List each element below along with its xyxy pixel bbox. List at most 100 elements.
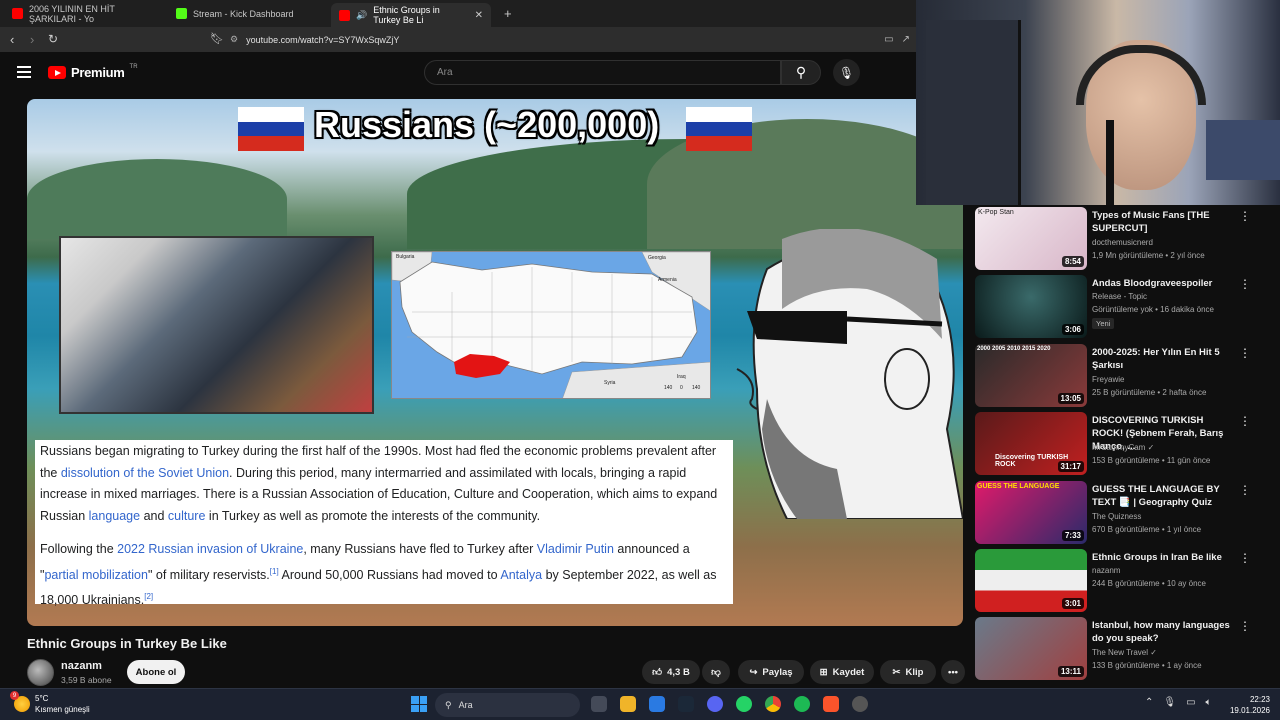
microphone-icon[interactable]: 🎙︎	[1163, 697, 1176, 708]
clip-button[interactable]: ✂ Klip	[880, 660, 936, 684]
russians-photo	[59, 236, 374, 414]
taskbar-search[interactable]: ⚲ Ara	[435, 693, 580, 717]
task-view-icon[interactable]	[591, 696, 607, 712]
video-title[interactable]: 2000-2025: Her Yılın En Hit 5 Şarkısı	[1092, 346, 1230, 372]
recommendation-5[interactable]: GUESS THE LANGUAGE 7:33 GUESS THE LANGUA…	[975, 481, 1275, 545]
video-thumbnail[interactable]: Discovering TURKISH ROCK 31:17	[975, 412, 1087, 475]
file-explorer-icon[interactable]	[620, 696, 636, 712]
more-options-icon[interactable]: ⋮	[1239, 414, 1251, 428]
clip-label: Klip	[905, 666, 924, 678]
channel-name[interactable]: MrSammyCam ✓	[1092, 443, 1154, 452]
video-title[interactable]: Andas Bloodgraveespoiler	[1092, 277, 1230, 290]
browser-tab-1[interactable]: 2006 YILININ EN HİT ŞARKILARI - Yo	[4, 4, 164, 24]
new-badge: Yeni	[1092, 318, 1115, 329]
video-thumbnail[interactable]: K-Pop Stan 8:54	[975, 207, 1087, 270]
channel-name[interactable]: The Quizness	[1092, 512, 1141, 521]
video-title[interactable]: GUESS THE LANGUAGE BY TEXT 📑 | Geography…	[1092, 483, 1230, 509]
steam-icon[interactable]	[678, 696, 694, 712]
logo-country: TR	[129, 63, 138, 70]
time: 22:23	[1249, 695, 1270, 704]
recommendation-2[interactable]: 3:06 Andas Bloodgraveespoiler Release - …	[975, 275, 1275, 339]
site-info-icon[interactable]: ⚙	[230, 34, 238, 45]
more-options-icon[interactable]: ⋮	[1239, 619, 1251, 633]
clock[interactable]: 22:23 19.01.2026	[1225, 694, 1270, 716]
like-count: 4,3 B	[667, 666, 690, 678]
video-thumbnail[interactable]: 3:06	[975, 275, 1087, 338]
subscribe-button[interactable]: Abone ol	[127, 660, 185, 684]
share-button[interactable]: ↪ Paylaş	[738, 660, 804, 684]
tab-title: Ethnic Groups in Turkey Be Li	[373, 5, 440, 25]
url-field[interactable]: ⚙ youtube.com/watch?v=SY7WxSqwZjY ▭ ↗	[230, 30, 910, 49]
recommendation-7[interactable]: 13:11 Istanbul, how many languages do yo…	[975, 617, 1275, 681]
video-thumbnail[interactable]: GUESS THE LANGUAGE 7:33	[975, 481, 1087, 544]
paragraph-2: Following the 2022 Russian invasion of U…	[40, 539, 728, 612]
recommendation-1[interactable]: K-Pop Stan 8:54 Types of Music Fans [THE…	[975, 207, 1275, 271]
recommendation-3[interactable]: 2000 2005 2010 2015 2020 13:05 2000-2025…	[975, 344, 1275, 408]
video-title[interactable]: Istanbul, how many languages do you spea…	[1092, 619, 1230, 645]
duration-badge: 13:11	[1057, 666, 1084, 677]
video-thumbnail[interactable]: 3:01	[975, 549, 1087, 612]
obs-icon[interactable]	[852, 696, 868, 712]
share-label: Paylaş	[762, 666, 793, 678]
tab-close-icon[interactable]: ✕	[475, 10, 483, 21]
search-input[interactable]: Ara	[424, 60, 781, 85]
video-title[interactable]: Ethnic Groups in Iran Be like	[1092, 551, 1230, 564]
channel-name[interactable]: docthemusicnerd	[1092, 238, 1153, 247]
channel-name[interactable]: Freyawie	[1092, 375, 1124, 384]
recommendations-panel: K-Pop Stan 8:54 Types of Music Fans [THE…	[966, 205, 1280, 688]
save-icon: ⊞	[819, 666, 828, 678]
more-options-icon[interactable]: ⋮	[1239, 346, 1251, 360]
video-thumbnail[interactable]: 13:11	[975, 617, 1087, 680]
chrome-icon[interactable]	[765, 696, 781, 712]
microphone-arm	[1106, 120, 1114, 205]
more-options-icon[interactable]: ⋮	[1239, 551, 1251, 565]
browser-tab-2[interactable]: Stream - Kick Dashboard	[168, 4, 328, 23]
back-icon[interactable]: ‹	[10, 32, 14, 47]
more-options-icon[interactable]: ⋮	[1239, 483, 1251, 497]
whatsapp-icon[interactable]	[736, 696, 752, 712]
bookmark-icon[interactable]: 🔖︎	[210, 32, 224, 45]
voice-search-button[interactable]: 🎙︎	[833, 59, 860, 86]
map-label-armenia: Armenia	[658, 277, 677, 283]
start-button[interactable]	[411, 696, 427, 712]
weather-text: 5°C Kısmen güneşli	[35, 693, 90, 715]
channel-name[interactable]: The New Travel ✓	[1092, 648, 1157, 657]
cast-icon[interactable]: ▭	[884, 34, 893, 45]
logo-text: Premium	[71, 65, 125, 80]
spotify-icon[interactable]	[794, 696, 810, 712]
new-tab-button[interactable]: +	[496, 4, 520, 23]
webcam-overlay	[916, 0, 1280, 205]
like-button[interactable]: 👍︎ 4,3 B	[642, 660, 700, 684]
channel-name[interactable]: nazanm	[61, 660, 102, 672]
channel-name[interactable]: nazanm	[1092, 566, 1120, 575]
save-button[interactable]: ⊞ Kaydet	[810, 660, 874, 684]
recommendation-4[interactable]: Discovering TURKISH ROCK 31:17 DISCOVERI…	[975, 412, 1275, 476]
channel-name-text: MrSammyCam	[1092, 443, 1146, 452]
volume-icon[interactable]: 🔈︎	[1206, 697, 1212, 708]
weather-widget[interactable]: 9 5°C Kısmen güneşli	[10, 691, 90, 715]
dislike-button[interactable]: 👎︎	[702, 660, 730, 684]
video-player[interactable]: Russians (~200,000) Bulgaria Georgia Arm…	[27, 99, 963, 626]
more-actions-button[interactable]: •••	[941, 660, 965, 684]
discord-icon[interactable]	[707, 696, 723, 712]
avatar[interactable]	[27, 659, 54, 686]
store-icon[interactable]	[649, 696, 665, 712]
more-options-icon[interactable]: ⋮	[1239, 277, 1251, 291]
browser-tab-3[interactable]: 🔊 Ethnic Groups in Turkey Be Li ✕	[331, 3, 491, 27]
channel-name[interactable]: Release - Topic	[1092, 292, 1147, 301]
search-button[interactable]: ⚲	[781, 60, 821, 85]
reload-icon[interactable]: ↻	[48, 32, 58, 46]
forward-icon[interactable]: ›	[30, 32, 34, 47]
share-icon[interactable]: ↗	[902, 34, 910, 45]
browser-tab-bar: 2006 YILININ EN HİT ŞARKILARI - Yo Strea…	[0, 0, 916, 27]
brave-icon[interactable]	[823, 696, 839, 712]
recommendation-6[interactable]: 3:01 Ethnic Groups in Iran Be like nazan…	[975, 549, 1275, 613]
monitor-icon[interactable]: ▭	[1186, 697, 1195, 708]
channel-name-text: The New Travel	[1092, 648, 1149, 657]
more-options-icon[interactable]: ⋮	[1239, 209, 1251, 223]
video-title[interactable]: Types of Music Fans [THE SUPERCUT]	[1092, 209, 1230, 235]
youtube-logo[interactable]: Premium TR	[48, 63, 138, 80]
menu-icon[interactable]	[17, 66, 31, 78]
video-thumbnail[interactable]: 2000 2005 2010 2015 2020 13:05	[975, 344, 1087, 407]
chevron-up-icon[interactable]: ⌃	[1145, 697, 1153, 708]
